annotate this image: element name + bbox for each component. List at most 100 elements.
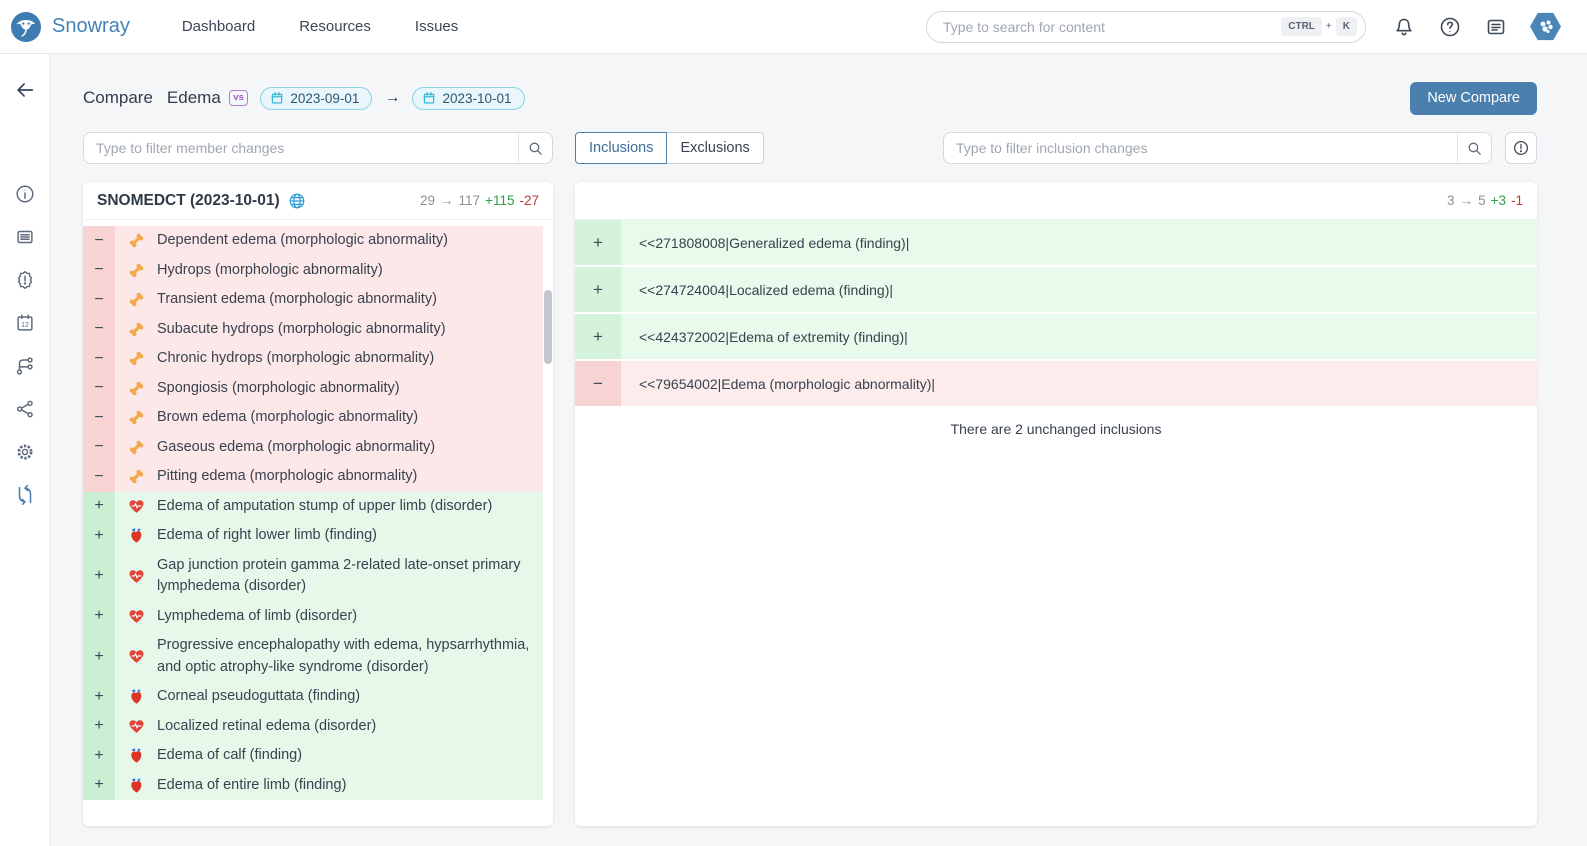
help-icon[interactable] [1438,15,1462,39]
concept-label: Localized retinal edema (disorder) [157,712,543,742]
member-change-row[interactable]: + [83,682,543,712]
concept-label: Lymphedema of limb (disorder) [157,602,543,632]
bell-icon[interactable] [1392,15,1416,39]
member-change-row[interactable]: − [83,315,543,345]
inclusion-exclusion-tabs: Inclusions Exclusions [575,132,764,164]
back-arrow-icon[interactable] [14,79,36,101]
finding-heart-icon [128,747,145,764]
alert-circle-icon [1512,139,1530,157]
date-from-label: 2023-09-01 [290,91,359,106]
bone-icon [128,468,145,485]
member-change-row[interactable]: + [83,712,543,742]
inclusion-change-row[interactable]: − <<79654002|Edema (morphologic abnormal… [575,361,1537,406]
change-sign: + [575,314,621,359]
member-change-row[interactable]: + [83,551,543,602]
member-stats: 29 → 117 +115 -27 [420,193,539,208]
member-change-row[interactable]: − [83,374,543,404]
concept-label: Progressive encephalopathy with edema, h… [157,631,543,682]
member-scrollbar-thumb[interactable] [544,290,552,364]
change-sign: − [83,256,115,286]
share-icon[interactable] [14,398,36,420]
brand[interactable]: Snowray [10,11,130,43]
member-change-row[interactable]: + [83,602,543,632]
bone-icon [128,409,145,426]
news-icon[interactable] [1484,15,1508,39]
alert-badge-icon[interactable] [14,269,36,291]
tab-inclusions[interactable]: Inclusions [575,132,667,164]
member-change-row[interactable]: − [83,403,543,433]
change-sign: + [83,551,115,602]
calendar-icon [270,91,284,105]
date-from-pill[interactable]: 2023-09-01 [260,87,372,110]
change-sign: − [83,403,115,433]
calendar-icon [422,91,436,105]
concept-label: Gap junction protein gamma 2-related lat… [157,551,543,602]
ecl-expression: <<424372002|Edema of extremity (finding)… [621,314,1537,359]
date-to-pill[interactable]: 2023-10-01 [412,87,524,110]
member-change-row[interactable]: + [83,741,543,771]
concept-label: Corneal pseudoguttata (finding) [157,682,543,712]
inclusion-change-row[interactable]: + <<424372002|Edema of extremity (findin… [575,314,1537,359]
nav-item[interactable]: Dashboard [182,18,255,35]
tab-exclusions[interactable]: Exclusions [666,132,763,164]
date-arrow: → [384,89,400,107]
bone-icon [128,380,145,397]
finding-heart-icon [128,688,145,705]
shortcut-plus: + [1326,21,1332,32]
member-change-row[interactable]: + [83,631,543,682]
concept-label: Hydrops (morphologic abnormality) [157,256,543,286]
member-change-row[interactable]: − [83,285,543,315]
bone-icon [128,232,145,249]
avatar-icon[interactable] [1530,12,1561,41]
change-sign: + [83,741,115,771]
finding-heart-icon [128,527,145,544]
concept-label: Edema of amputation stump of upper limb … [157,492,543,522]
main-nav: Dashboard Resources Issues [182,18,458,35]
member-changes-panel: SNOMEDCT (2023-10-01) 29 → 117 +115 -27 [83,182,553,826]
member-filter-input[interactable] [84,133,518,163]
inclusion-filter-input[interactable] [944,133,1457,163]
bone-icon [128,350,145,367]
global-search-input[interactable] [941,18,1281,36]
member-change-row[interactable]: + [83,492,543,522]
member-change-row[interactable]: + [83,771,543,801]
disorder-heart-icon [128,648,145,665]
branch-icon[interactable] [14,355,36,377]
nav-item[interactable]: Issues [415,18,458,35]
change-sign: − [83,315,115,345]
disorder-heart-icon [128,718,145,735]
inclusion-change-row[interactable]: + <<271808008|Generalized edema (finding… [575,220,1537,265]
member-change-row[interactable]: − [83,433,543,463]
member-change-row[interactable]: − [83,344,543,374]
inclusion-change-row[interactable]: + <<274724004|Localized edema (finding)| [575,267,1537,312]
info-icon[interactable] [14,183,36,205]
change-sign: + [83,492,115,522]
globe-icon [288,192,306,210]
settings-gear-icon[interactable] [14,441,36,463]
change-sign: + [575,220,621,265]
member-change-row[interactable]: − [83,462,543,492]
codesystem-title: SNOMEDCT (2023-10-01) [97,192,306,210]
change-sign: + [83,602,115,632]
concept-label: Edema of right lower limb (finding) [157,521,543,551]
member-change-row[interactable]: − [83,256,543,286]
member-change-row[interactable]: + [83,521,543,551]
member-filter-search-button[interactable] [518,133,552,163]
unchanged-inclusions-note: There are 2 unchanged inclusions [575,408,1537,437]
inclusion-filter-search-button[interactable] [1457,133,1491,163]
concept-label: Brown edema (morphologic abnormality) [157,403,543,433]
calendar-12-icon[interactable]: 12 [14,312,36,334]
compare-icon[interactable] [14,484,36,506]
shortcut-key-ctrl: CTRL [1281,17,1322,36]
nav-item[interactable]: Resources [299,18,371,35]
date-to-label: 2023-10-01 [442,91,511,106]
brand-name: Snowray [52,15,130,38]
document-icon[interactable] [14,226,36,248]
member-change-row[interactable]: − [83,226,543,256]
change-sign: + [83,521,115,551]
inclusion-removed-count: -1 [1511,193,1523,208]
new-compare-button[interactable]: New Compare [1410,82,1537,115]
member-rows-scroll-area: − [83,220,553,826]
concept-label: Gaseous edema (morphologic abnormality) [157,433,543,463]
inclusion-info-button[interactable] [1505,132,1537,164]
